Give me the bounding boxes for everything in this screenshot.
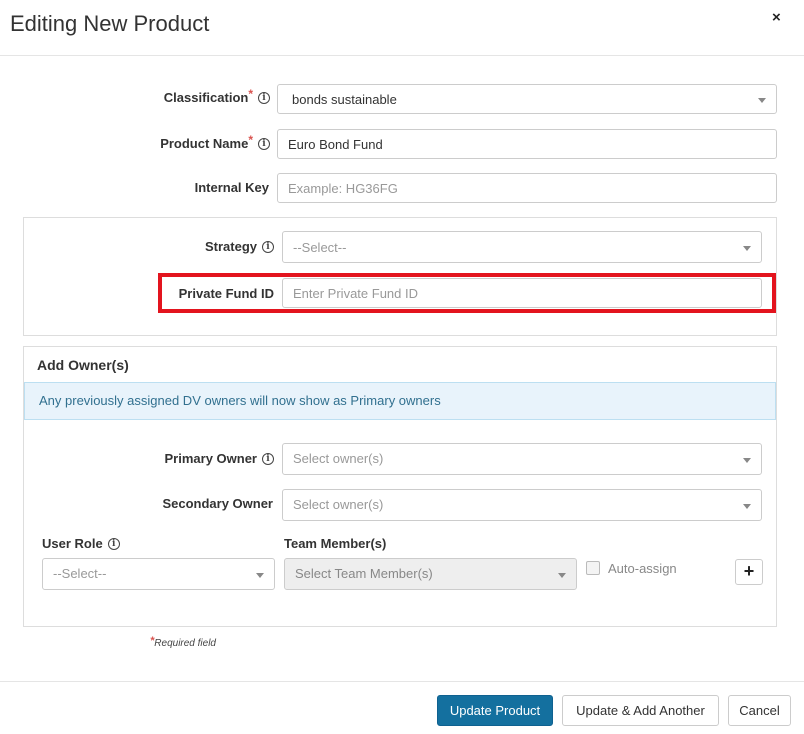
header-divider	[0, 55, 804, 56]
product-name-label: Product Name* i	[160, 133, 270, 151]
strategy-select[interactable]: --Select--	[282, 231, 762, 263]
strategy-label: Strategy i	[205, 239, 274, 254]
private-fund-id-label: Private Fund ID	[178, 286, 274, 301]
auto-assign-checkbox[interactable]	[586, 561, 600, 575]
chevron-down-icon	[558, 573, 566, 578]
chevron-down-icon	[743, 504, 751, 509]
chevron-down-icon	[758, 98, 766, 103]
owners-heading: Add Owner(s)	[37, 357, 129, 373]
chevron-down-icon	[743, 458, 751, 463]
primary-owner-label: Primary Owner i	[165, 451, 274, 466]
primary-owner-select[interactable]: Select owner(s)	[282, 443, 762, 475]
team-members-select[interactable]: Select Team Member(s)	[284, 558, 577, 590]
auto-assign-label: Auto-assign	[608, 561, 677, 576]
info-icon[interactable]: i	[262, 240, 274, 253]
footer-divider	[0, 681, 804, 682]
secondary-owner-select[interactable]: Select owner(s)	[282, 489, 762, 521]
info-icon[interactable]: i	[258, 137, 270, 150]
cancel-button[interactable]: Cancel	[728, 695, 791, 726]
close-button[interactable]: ×	[772, 9, 781, 26]
team-members-label: Team Member(s)	[284, 536, 387, 551]
product-name-input[interactable]: Euro Bond Fund	[277, 129, 777, 159]
internal-key-label: Internal Key	[194, 180, 269, 195]
update-product-button[interactable]: Update Product	[437, 695, 553, 726]
private-fund-id-input[interactable]: Enter Private Fund ID	[282, 278, 762, 308]
info-icon[interactable]: i	[262, 452, 274, 465]
classification-select[interactable]: bonds sustainable	[277, 84, 777, 114]
secondary-owner-label: Secondary Owner	[162, 496, 273, 511]
chevron-down-icon	[256, 573, 264, 578]
required-note: *Required field	[150, 635, 216, 649]
modal-title: Editing New Product	[10, 11, 210, 36]
user-role-select[interactable]: --Select--	[42, 558, 275, 590]
internal-key-input[interactable]: Example: HG36FG	[277, 173, 777, 203]
user-role-label: User Role i	[42, 536, 120, 551]
info-icon[interactable]: i	[258, 91, 270, 104]
classification-label: Classification* i	[164, 87, 270, 105]
chevron-down-icon	[743, 246, 751, 251]
owners-notice: Any previously assigned DV owners will n…	[24, 382, 776, 420]
update-add-another-button[interactable]: Update & Add Another	[562, 695, 719, 726]
add-owner-button[interactable]: +	[735, 559, 763, 585]
info-icon[interactable]: i	[107, 537, 120, 550]
